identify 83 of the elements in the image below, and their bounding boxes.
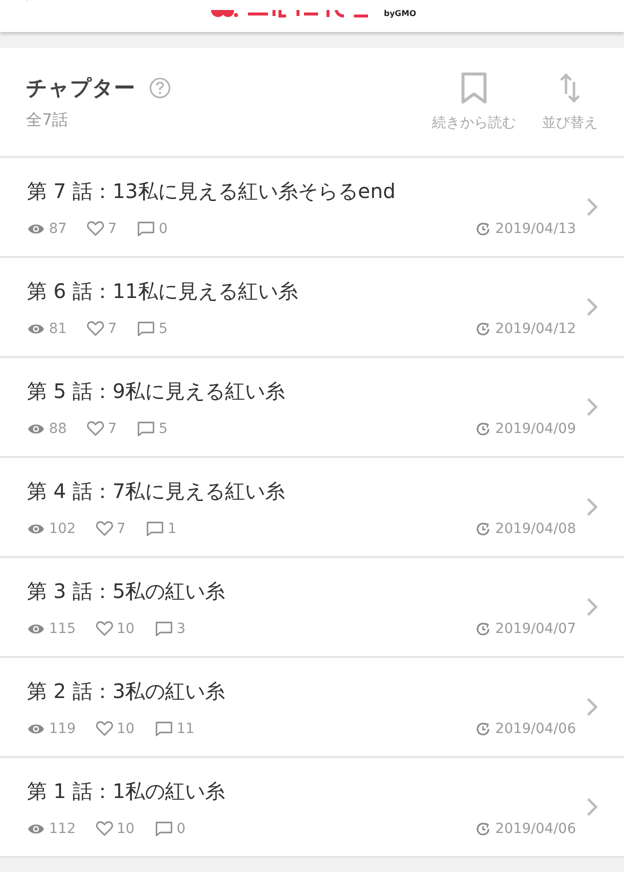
clock-icon — [476, 622, 490, 636]
view-count: 119 — [49, 720, 76, 736]
chevron-right-icon — [586, 497, 598, 517]
heart-icon — [96, 821, 113, 836]
episode-title: 第 3 話：5私の紅い糸 — [27, 578, 226, 604]
episode-row[interactable]: 第 3 話：5私の紅い糸 115 10 3 2019/04/07 — [0, 558, 624, 658]
like-count: 7 — [108, 220, 117, 236]
chevron-right-icon — [586, 797, 598, 817]
eye-icon — [27, 422, 45, 434]
episode-row[interactable]: 第 5 話：9私に見える紅い糸 88 7 5 2019/04/09 — [0, 358, 624, 458]
chevron-right-icon — [586, 597, 598, 617]
eye-icon — [27, 622, 45, 634]
chapter-count: 全7話 — [26, 110, 70, 130]
comment-count: 1 — [168, 520, 177, 536]
episode-row[interactable]: 第 4 話：7私に見える紅い糸 102 7 1 2019/04/08 — [0, 458, 624, 558]
like-count: 10 — [116, 720, 135, 736]
episode-title: 第 5 話：9私に見える紅い糸 — [27, 378, 286, 404]
episode-title: 第 2 話：3私の紅い糸 — [27, 678, 226, 704]
comment-count: 5 — [158, 320, 168, 336]
update-date: 2019/04/13 — [495, 220, 576, 236]
episode-title: 第 6 話：11私に見える紅い糸 — [27, 278, 299, 304]
clock-icon — [476, 322, 490, 336]
eye-icon — [27, 322, 45, 334]
update-date: 2019/04/06 — [495, 720, 576, 736]
clock-icon — [476, 222, 490, 236]
chevron-right-icon — [586, 297, 598, 317]
bookmark-icon — [461, 72, 487, 104]
view-count: 115 — [49, 620, 76, 636]
heart-icon — [96, 721, 113, 736]
logo-suffix: byGMO — [384, 10, 416, 18]
comment-icon — [146, 520, 164, 536]
clock-icon — [476, 522, 490, 536]
comment-icon — [154, 720, 173, 736]
comment-count: 11 — [176, 720, 194, 736]
eye-icon — [27, 222, 45, 234]
comment-icon — [154, 620, 173, 636]
clock-icon — [476, 422, 490, 436]
episode-title: 第 4 話：7私に見える紅い糸 — [27, 478, 286, 504]
like-count: 7 — [108, 320, 117, 336]
clock-icon — [476, 822, 490, 836]
comment-count: 0 — [176, 820, 186, 836]
like-count: 10 — [116, 820, 135, 836]
eye-icon — [27, 722, 45, 734]
section-title: チャプター — [26, 74, 135, 102]
episode-row[interactable]: 第 6 話：11私に見える紅い糸 81 7 5 2019/04/12 — [0, 258, 624, 358]
episode-title: 第 1 話：1私の紅い糸 — [27, 778, 226, 804]
heart-icon — [86, 421, 104, 436]
comment-count: 0 — [158, 220, 168, 236]
chevron-right-icon — [586, 697, 598, 717]
sort-arrows-icon — [559, 72, 581, 104]
chevron-right-icon — [586, 397, 598, 417]
view-count: 88 — [49, 420, 67, 436]
episode-row[interactable]: 第 2 話：3私の紅い糸 119 10 11 2019/04/06 — [0, 658, 624, 758]
like-count: 7 — [108, 420, 117, 436]
comment-icon — [136, 320, 155, 336]
update-date: 2019/04/12 — [495, 320, 576, 336]
view-count: 87 — [49, 220, 67, 236]
update-date: 2019/04/06 — [495, 820, 576, 836]
episode-title: 第 7 話：13私に見える紅い糸そらるend — [27, 178, 397, 204]
update-date: 2019/04/09 — [495, 420, 576, 436]
heart-icon — [96, 621, 113, 636]
comment-icon — [154, 820, 173, 836]
update-date: 2019/04/07 — [495, 620, 576, 636]
comment-icon — [136, 420, 155, 436]
view-count: 102 — [49, 520, 76, 536]
like-count: 10 — [116, 620, 135, 636]
heart-icon — [86, 321, 104, 336]
heart-icon — [86, 221, 104, 236]
clock-icon — [476, 722, 490, 736]
comment-count: 3 — [176, 620, 186, 636]
heart-icon — [96, 521, 113, 536]
eye-icon — [27, 822, 45, 834]
chevron-right-icon — [586, 197, 598, 217]
update-date: 2019/04/08 — [495, 520, 576, 536]
view-count: 112 — [49, 820, 76, 836]
comment-count: 5 — [158, 420, 168, 436]
episode-row[interactable]: 第 7 話：13私に見える紅い糸そらるend 87 7 0 2019/04/13 — [0, 158, 624, 258]
eye-icon — [27, 522, 45, 534]
episode-row[interactable]: 第 1 話：1私の紅い糸 112 10 0 2019/04/06 — [0, 758, 624, 858]
view-count: 81 — [49, 320, 67, 336]
comment-icon — [136, 220, 155, 236]
like-count: 7 — [116, 520, 126, 536]
help-icon[interactable] — [149, 76, 171, 98]
